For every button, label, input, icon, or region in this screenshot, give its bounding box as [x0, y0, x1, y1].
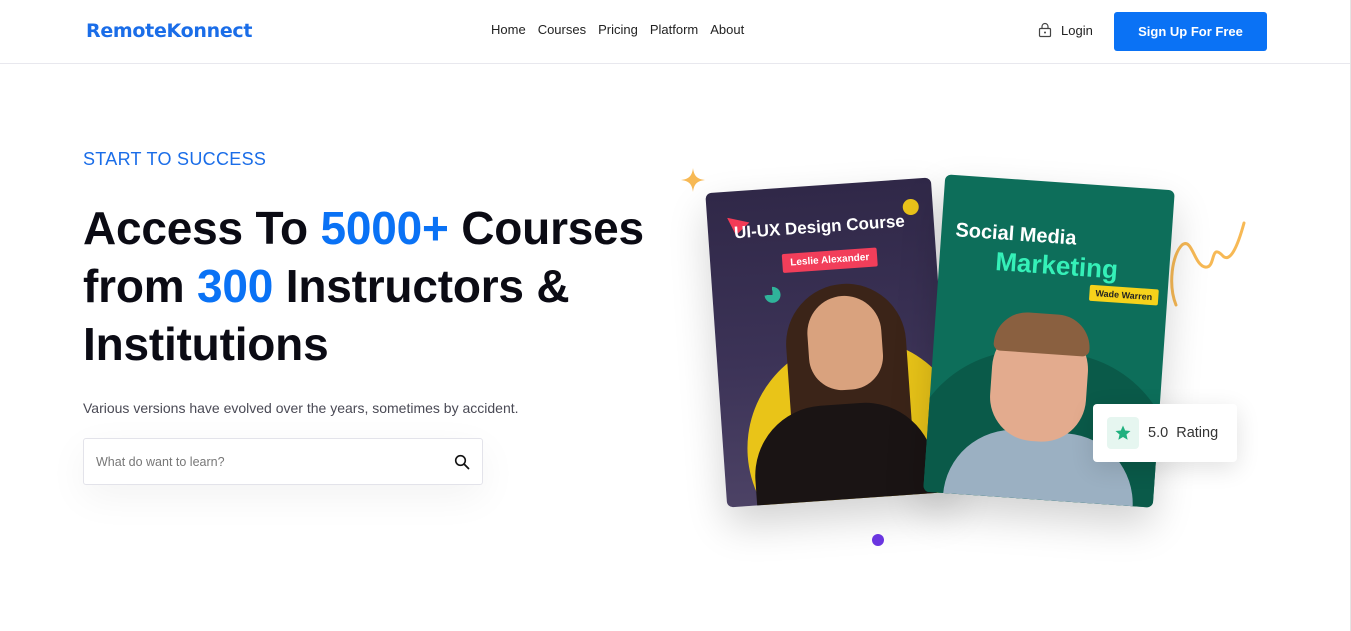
nav-item-platform[interactable]: Platform	[650, 22, 698, 37]
carousel-dot-active[interactable]	[872, 534, 884, 546]
star-icon-box	[1107, 417, 1139, 449]
search-input[interactable]	[96, 439, 436, 484]
headline-highlight-courses: 5000+	[320, 202, 449, 254]
brand-logo[interactable]: RemoteKonnect	[86, 20, 252, 42]
nav-item-home[interactable]: Home	[491, 22, 526, 37]
course-card-uiux[interactable]: UI-UX Design Course Leslie Alexander	[705, 177, 953, 508]
instructor-tag: Wade Warren	[1088, 284, 1159, 306]
nav-item-pricing[interactable]: Pricing	[598, 22, 638, 37]
search-icon[interactable]	[454, 454, 470, 470]
star-icon	[1115, 425, 1131, 440]
instructor-tag: Leslie Alexander	[781, 247, 878, 274]
card-title-line2: Marketing	[994, 246, 1120, 285]
card-title: UI-UX Design Course	[733, 211, 906, 243]
instructor-hair	[993, 310, 1092, 357]
hero-headline: Access To 5000+ Courses from 300 Instruc…	[83, 199, 703, 373]
login-label: Login	[1061, 22, 1093, 38]
lock-icon	[1038, 22, 1052, 38]
rating-text: 5.0 Rating	[1148, 425, 1218, 441]
sparkle-icon	[681, 168, 705, 192]
rating-value: 5.0	[1148, 425, 1169, 441]
card-decor-pie	[763, 286, 782, 304]
site-header: RemoteKonnect Home Courses Pricing Platf…	[0, 0, 1351, 64]
headline-part1: Access To	[83, 202, 321, 254]
headline-highlight-instructors: 300	[197, 260, 274, 312]
login-link[interactable]: Login	[1037, 22, 1093, 38]
rating-badge: 5.0 Rating	[1093, 404, 1237, 462]
hero-subtitle: Various versions have evolved over the y…	[83, 400, 519, 416]
course-search	[83, 438, 483, 485]
rating-label: Rating	[1176, 425, 1219, 441]
main-nav: Home Courses Pricing Platform About	[491, 22, 744, 37]
card-title-line1: Social Media	[954, 219, 1078, 250]
signup-button[interactable]: Sign Up For Free	[1114, 12, 1267, 51]
hero-eyebrow: START TO SUCCESS	[83, 149, 267, 169]
nav-item-about[interactable]: About	[710, 22, 744, 37]
nav-item-courses[interactable]: Courses	[538, 22, 586, 37]
card-decor-dot	[902, 198, 920, 216]
